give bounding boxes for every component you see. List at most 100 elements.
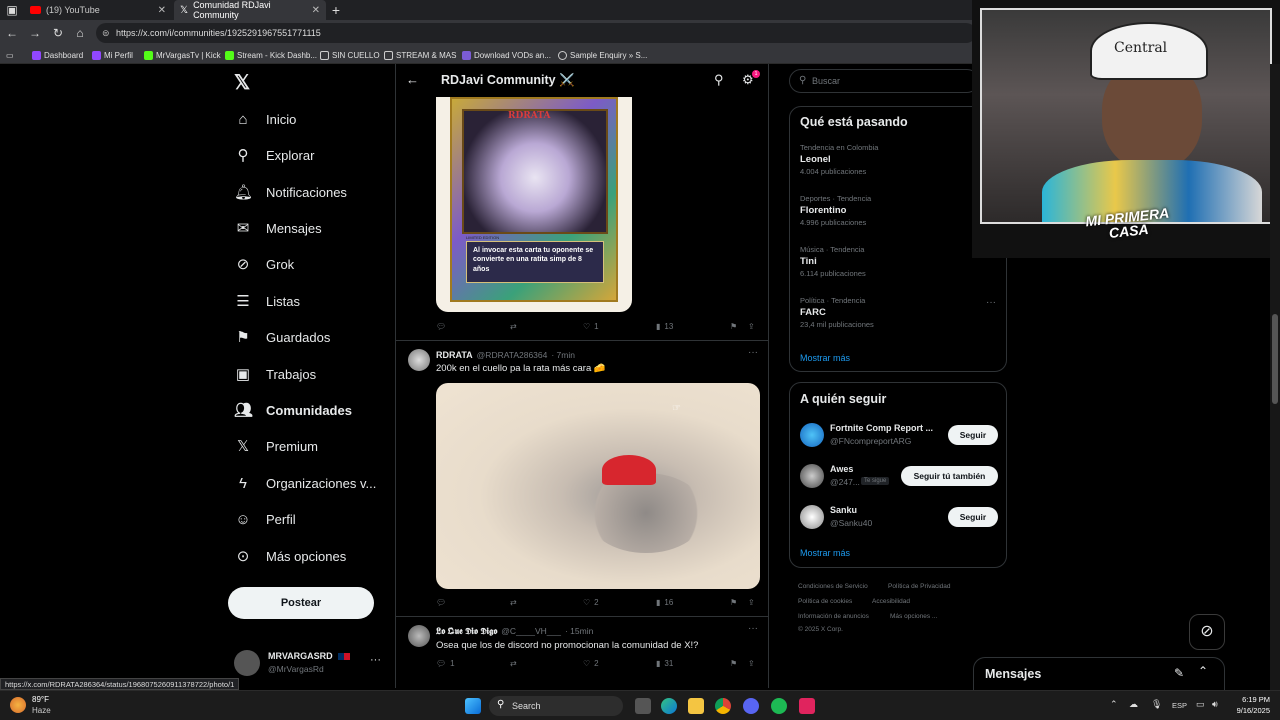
back-icon[interactable]: ←	[4, 25, 20, 41]
bookmark-mi-perfil[interactable]: Mi Perfil	[92, 48, 133, 62]
bookmark-stream-mas[interactable]: STREAM & MAS	[384, 48, 456, 62]
bookmark-sin-cuello[interactable]: SIN CUELLO	[320, 48, 380, 62]
footer-link-more[interactable]: Más opciones ...	[890, 613, 937, 620]
reply-button[interactable]: 💬︎ 1	[436, 659, 455, 668]
repost-button[interactable]: ⇄	[510, 659, 517, 668]
search-input[interactable]: ⚲ Buscar	[789, 69, 979, 93]
taskbar-search[interactable]: ⚲ Search	[489, 696, 623, 716]
scrollbar-thumb[interactable]	[1272, 314, 1278, 404]
bookmark-button[interactable]: ⚑	[730, 659, 737, 668]
nav-item-organizaciones[interactable]: ϟ Organizaciones v...	[234, 469, 376, 497]
edge-icon[interactable]	[661, 698, 677, 714]
spotify-icon[interactable]	[771, 698, 787, 714]
tray-chevron-icon[interactable]: ⌃	[1110, 699, 1118, 710]
bookmark-button[interactable]: ⚑	[730, 322, 737, 331]
nav-item-perfil[interactable]: ☺ Perfil	[234, 505, 295, 533]
tweet-time[interactable]: · 7min	[551, 350, 575, 360]
author-name[interactable]: 𝕷𝖔 𝕼𝖚𝖊 𝕯𝖎𝖔 𝕯𝖎𝖌𝖔	[436, 626, 497, 637]
footer-link-accessibility[interactable]: Accesibilidad	[872, 598, 910, 605]
start-button[interactable]	[465, 698, 481, 714]
url-field[interactable]: ⊜ https://x.com/i/communities/1925291967…	[96, 23, 976, 43]
task-view-icon[interactable]	[635, 698, 651, 714]
network-icon[interactable]: ▭	[1196, 699, 1205, 710]
weather-widget[interactable]: 89°F Haze	[10, 694, 80, 718]
obs-icon[interactable]	[799, 698, 815, 714]
show-more-link[interactable]: Mostrar más	[800, 548, 850, 558]
repost-button[interactable]: ⇄	[510, 322, 517, 331]
account-switcher[interactable]: MRVARGASRD @MrVargasRd ···	[234, 648, 384, 678]
bookmark-dashboard[interactable]: Dashboard	[32, 48, 83, 62]
tweet-time[interactable]: · 15min	[565, 626, 593, 636]
nav-item-mas-opciones[interactable]: ⊙ Más opciones	[234, 542, 347, 570]
onedrive-icon[interactable]: ☁	[1129, 699, 1138, 710]
site-info-icon[interactable]: ⊜	[102, 23, 110, 43]
author-name[interactable]: RDRATA	[436, 350, 473, 360]
follow-button[interactable]: Seguir	[948, 425, 998, 445]
nav-item-inicio[interactable]: ⌂ Inicio	[234, 105, 296, 133]
nav-item-listas[interactable]: ☰ Listas	[234, 287, 300, 315]
volume-icon[interactable]: 🔊︎	[1212, 699, 1218, 710]
like-button[interactable]: ♡ 1	[583, 322, 599, 331]
back-arrow-icon[interactable]: ←	[406, 72, 419, 87]
discord-icon[interactable]	[743, 698, 759, 714]
author-handle[interactable]: @RDRATA286364	[477, 350, 548, 360]
avatar[interactable]	[408, 349, 430, 371]
footer-link-terms[interactable]: Condiciones de Servicio	[798, 583, 868, 590]
more-icon[interactable]: ···	[986, 297, 996, 308]
follow-back-button[interactable]: Seguir tú también	[901, 466, 998, 486]
reload-icon[interactable]: ↻	[50, 25, 66, 41]
nav-item-trabajos[interactable]: ▣ Trabajos	[234, 360, 316, 388]
trend-item[interactable]: Política · Tendencia FARC 23,4 mil publi…	[800, 296, 1000, 329]
tab-community[interactable]: 𝕏 Comunidad RDJavi Community ✕	[174, 0, 326, 20]
nav-item-comunidades[interactable]: 👥︎ Comunidades	[234, 396, 352, 424]
chrome-icon[interactable]	[715, 698, 731, 714]
x-logo-icon[interactable]: 𝕏	[234, 70, 250, 95]
clock[interactable]: 6:19 PM 9/16/2025	[1230, 695, 1270, 715]
like-button[interactable]: ♡ 2	[583, 659, 599, 668]
home-browser-icon[interactable]: ⌂	[72, 25, 88, 41]
expand-icon[interactable]: ⌃	[1198, 664, 1208, 678]
bookmark-stream-kick[interactable]: Stream - Kick Dashb...	[225, 48, 317, 62]
more-icon[interactable]: ···	[748, 347, 758, 358]
scrollbar[interactable]	[1270, 64, 1280, 690]
views-button[interactable]: ▮ 13	[656, 322, 673, 331]
avatar[interactable]	[408, 625, 430, 647]
tab-youtube[interactable]: (19) YouTube ✕	[24, 0, 172, 20]
grok-floating-button[interactable]: ⊘	[1189, 614, 1225, 650]
follow-item[interactable]: Awes @247... Te sigue Seguir tú también	[790, 462, 1006, 490]
views-button[interactable]: ▮ 16	[656, 598, 673, 607]
author-handle[interactable]: @C____VH___	[501, 626, 561, 636]
post-button[interactable]: Postear	[228, 587, 374, 619]
tweet[interactable]: 𝕷𝖔 𝕼𝖚𝖊 𝕯𝖎𝖔 𝕯𝖎𝖌𝖔 @C____VH___ · 15min ··· …	[396, 617, 768, 688]
like-button[interactable]: ♡ 2	[583, 598, 599, 607]
share-button[interactable]: ⇪	[748, 598, 755, 607]
follow-button[interactable]: Seguir	[948, 507, 998, 527]
tweet-image[interactable]: ☞	[436, 383, 760, 589]
follow-item[interactable]: Sanku @Sanku40 Seguir	[790, 503, 1006, 531]
trend-item[interactable]: Deportes · Tendencia Florentino 4.996 pu…	[800, 194, 1000, 227]
nav-item-mensajes[interactable]: ✉ Mensajes	[234, 214, 322, 242]
browser-menu-icon[interactable]: ▣	[4, 2, 20, 18]
nav-item-explorar[interactable]: ⚲ Explorar	[234, 141, 315, 169]
nav-item-notificaciones[interactable]: 🔔︎ Notificaciones	[234, 178, 347, 206]
share-button[interactable]: ⇪	[748, 322, 755, 331]
mic-icon[interactable]: 🎙︎	[1151, 699, 1162, 710]
forward-icon[interactable]: →	[27, 25, 43, 41]
file-explorer-icon[interactable]	[688, 698, 704, 714]
new-tab-icon[interactable]: +	[328, 2, 344, 18]
share-button[interactable]: ⇪	[748, 659, 755, 668]
apps-icon[interactable]: ▭	[6, 48, 14, 62]
follow-item[interactable]: Fortnite Comp Report ... @FNcompreportAR…	[790, 421, 1006, 449]
nav-item-premium[interactable]: 𝕏 Premium	[234, 432, 318, 460]
bookmark-kick[interactable]: MrVargasTv | Kick	[144, 48, 221, 62]
reply-button[interactable]: 💬︎	[436, 598, 446, 607]
tweet-card-image[interactable]: RDRATA LIMITED EDITION Al invocar esta c…	[436, 97, 632, 312]
reply-button[interactable]: 💬︎	[436, 322, 446, 331]
footer-link-ads-info[interactable]: Información de anuncios	[798, 613, 869, 620]
trend-item[interactable]: Música · Tendencia Tini 6.114 publicacio…	[800, 245, 1000, 278]
repost-button[interactable]: ⇄	[510, 598, 517, 607]
more-icon[interactable]: ···	[370, 654, 381, 666]
footer-link-cookies[interactable]: Política de cookies	[798, 598, 852, 605]
close-icon[interactable]: ✕	[312, 5, 320, 16]
bookmark-sample-enquiry[interactable]: Sample Enquiry » S...	[558, 48, 647, 62]
